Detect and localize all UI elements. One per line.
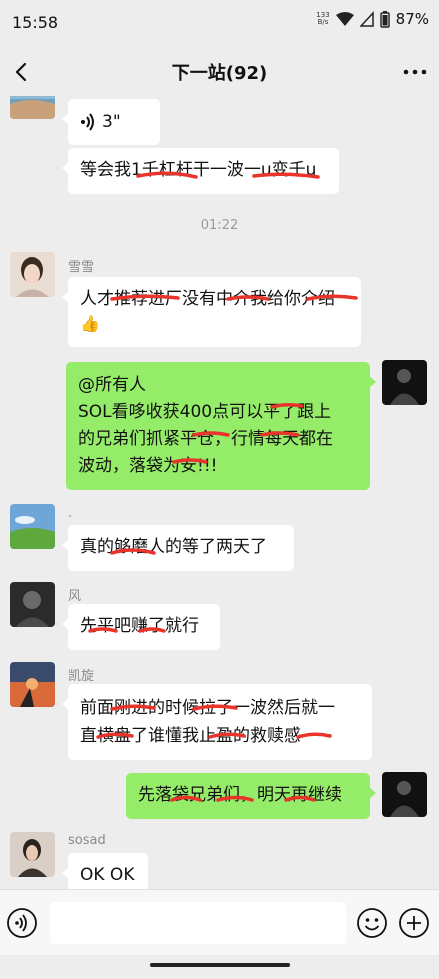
thumbs-up-emoji: 👍	[80, 314, 100, 333]
sender-name: 凯旋	[68, 669, 95, 684]
battery-percent: 87%	[395, 10, 429, 28]
message-text: 等会我1千杠杆干一波一u变千u	[80, 160, 317, 180]
network-speed: 133 B/s	[316, 11, 330, 26]
battery-icon	[379, 11, 390, 28]
message-text: SOL看哆收获400点可以平了跟上	[78, 402, 332, 422]
message-bubble[interactable]: 先平吧赚了就行	[62, 604, 220, 650]
avatar-landscape[interactable]	[10, 96, 55, 119]
message-bubble-self[interactable]: 先落袋兄弟们，明天再继续	[126, 773, 376, 819]
message-bubble[interactable]: 等会我1千杠杆干一波一u变千u	[62, 148, 339, 194]
avatar-grassland[interactable]	[10, 504, 55, 549]
sender-name: sosad	[68, 833, 106, 848]
message-text: 先落袋兄弟们，明天再继续	[138, 785, 342, 805]
input-bar	[0, 889, 439, 955]
message-text: 直横盘了谁懂我止盈的救赎感	[80, 726, 301, 746]
message-bubble[interactable]: 人才推荐进厂没有中介我给你介绍 👍	[62, 277, 361, 347]
emoji-icon[interactable]	[356, 907, 388, 939]
message-text: 前面刚进的时候拉了一波然后就一	[80, 698, 335, 718]
signal-icon	[359, 11, 374, 27]
voice-message[interactable]: 3"	[62, 99, 160, 145]
avatar-feng[interactable]	[10, 582, 55, 627]
message-text: 的兄弟们抓紧平仓，行情每天都在	[78, 429, 333, 449]
message-text: OK OK	[80, 865, 135, 885]
home-indicator[interactable]	[150, 963, 290, 967]
status-bar: 15:58 133 B/s 87%	[0, 0, 439, 44]
avatar-self[interactable]	[382, 360, 427, 405]
chat-messages: 3" 等会我1千杠杆干一波一u变千u 01:22 雪雪 人才推荐进厂没有中介我给…	[0, 96, 439, 889]
status-icons: 133 B/s 87%	[316, 10, 429, 28]
message-bubble-self[interactable]: @所有人 SOL看哆收获400点可以平了跟上 的兄弟们抓紧平仓，行情每天都在 波…	[66, 362, 376, 490]
status-time: 15:58	[12, 12, 59, 32]
message-bubble[interactable]: 真的够磨人的等了两天了	[62, 525, 294, 571]
message-text: 波动，落袋为安!!!	[78, 456, 218, 476]
message-text: @所有人	[78, 375, 146, 395]
timestamp: 01:22	[200, 218, 239, 233]
message-text: 真的够磨人的等了两天了	[80, 537, 267, 557]
voice-input-icon[interactable]	[6, 907, 38, 939]
wifi-icon	[335, 12, 354, 26]
message-input[interactable]	[50, 902, 346, 944]
plus-icon[interactable]	[398, 907, 430, 939]
message-text: 先平吧赚了就行	[80, 616, 199, 636]
avatar-sosad[interactable]	[10, 832, 55, 877]
sender-name: .	[68, 506, 73, 521]
back-arrow-icon[interactable]	[8, 58, 36, 86]
message-bubble[interactable]: 前面刚进的时候拉了一波然后就一 直横盘了谁懂我止盈的救赎感	[62, 684, 372, 760]
voice-duration: 3"	[102, 111, 121, 132]
sender-name: 风	[68, 589, 82, 604]
chat-header: 下一站(92)	[0, 44, 439, 100]
voice-wave-icon	[81, 113, 94, 131]
avatar-xuexue[interactable]	[10, 252, 55, 297]
avatar-kaixuan[interactable]	[10, 662, 55, 707]
more-options-icon[interactable]	[401, 58, 429, 86]
message-text: 人才推荐进厂没有中介我给你介绍	[80, 289, 335, 309]
chat-title: 下一站(92)	[171, 63, 268, 84]
sender-name: 雪雪	[68, 260, 95, 275]
avatar-self[interactable]	[382, 772, 427, 817]
message-bubble[interactable]: OK OK	[62, 853, 148, 889]
